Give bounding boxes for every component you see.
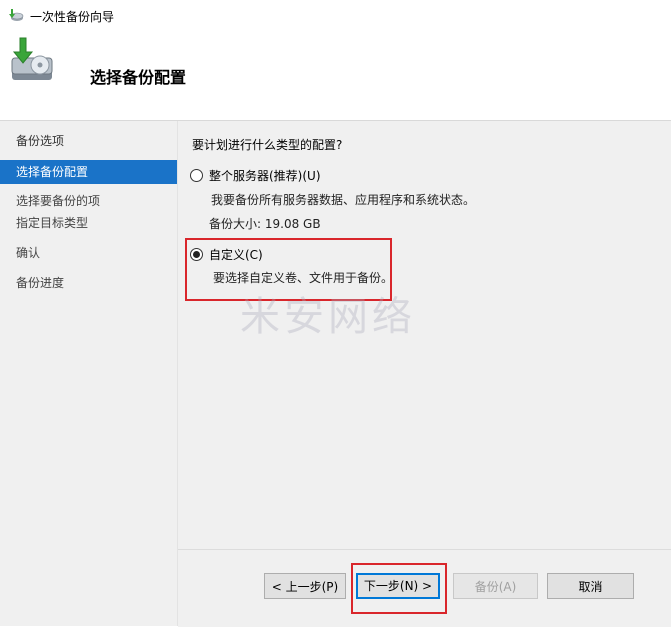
full-server-label[interactable]: 整个服务器(推荐)(U) bbox=[209, 167, 321, 184]
backup-button[interactable]: 备份(A) bbox=[453, 573, 538, 599]
full-server-description: 我要备份所有服务器数据、应用程序和系统状态。 bbox=[211, 193, 476, 207]
window-title: 一次性备份向导 bbox=[30, 10, 115, 24]
sidebar-item-select-items[interactable]: 选择要备份的项 bbox=[0, 189, 177, 213]
custom-label[interactable]: 自定义(C) bbox=[209, 246, 263, 263]
sidebar-item-backup-options[interactable]: 备份选项 bbox=[0, 129, 177, 153]
wizard-header: 选择备份配置 bbox=[0, 30, 671, 120]
backup-drive-icon bbox=[11, 37, 53, 80]
question-text: 要计划进行什么类型的配置? bbox=[192, 138, 343, 152]
sidebar-item-progress[interactable]: 备份进度 bbox=[0, 271, 177, 295]
sidebar-item-confirm[interactable]: 确认 bbox=[0, 241, 177, 265]
previous-button[interactable]: < 上一步(P) bbox=[264, 573, 346, 599]
wizard-footer: < 上一步(P) 下一步(N) > 备份(A) 取消 bbox=[178, 549, 671, 627]
backup-app-icon bbox=[9, 9, 24, 21]
cancel-button[interactable]: 取消 bbox=[547, 573, 634, 599]
backup-size-text: 备份大小: 19.08 GB bbox=[209, 217, 321, 231]
page-title: 选择备份配置 bbox=[90, 68, 187, 87]
watermark-text: 米安网络 bbox=[240, 294, 416, 340]
sidebar-item-select-config[interactable]: 选择备份配置 bbox=[0, 160, 177, 184]
sidebar-item-destination-type[interactable]: 指定目标类型 bbox=[0, 211, 177, 235]
custom-radio[interactable] bbox=[190, 248, 203, 261]
title-bar: 一次性备份向导 bbox=[0, 0, 671, 30]
next-button[interactable]: 下一步(N) > bbox=[356, 573, 440, 599]
full-server-radio[interactable] bbox=[190, 169, 203, 182]
wizard-steps-sidebar: 备份选项 选择备份配置 选择要备份的项 指定目标类型 确认 备份进度 bbox=[0, 121, 178, 626]
